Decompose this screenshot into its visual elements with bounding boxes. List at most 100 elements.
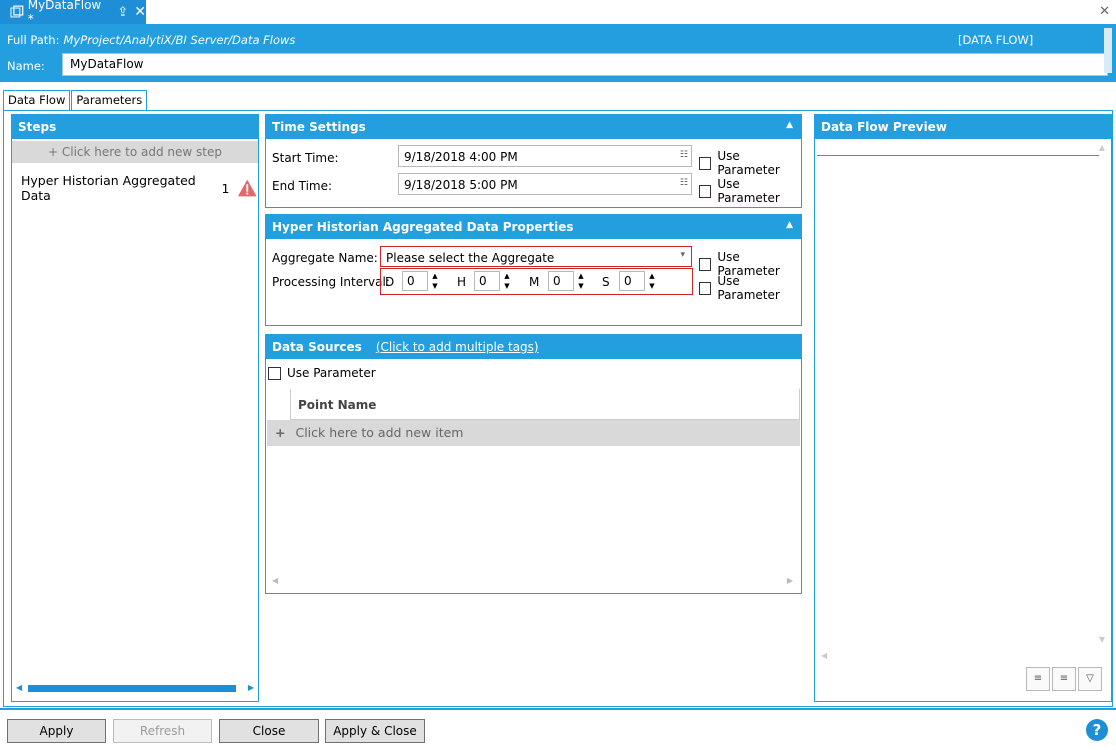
time-settings-title: Time Settings xyxy=(272,120,366,134)
step-item-label: Hyper Historian Aggregated Data xyxy=(21,173,196,203)
scroll-right-icon[interactable]: ▶ xyxy=(787,576,793,585)
name-label: Name: xyxy=(7,59,45,73)
scroll-up-icon[interactable]: ▲ xyxy=(1099,143,1105,152)
days-value[interactable]: 0 xyxy=(402,271,428,291)
header-bar: Full Path: MyProject/AnalytiX/BI Server/D… xyxy=(0,24,1116,82)
add-item-row[interactable]: + Click here to add new item xyxy=(267,420,800,446)
scroll-thumb[interactable] xyxy=(28,685,236,692)
add-item-label: Click here to add new item xyxy=(295,425,464,440)
pin-icon[interactable]: ⇪ xyxy=(117,5,128,20)
refresh-button[interactable]: Refresh xyxy=(113,719,212,743)
calendar-icon[interactable]: ☷ xyxy=(680,178,688,188)
h-label: H xyxy=(457,275,467,289)
end-time-value: 9/18/2018 5:00 PM xyxy=(404,178,518,192)
use-parameter-label: Use Parameter xyxy=(717,274,780,302)
seconds-value[interactable]: 0 xyxy=(619,271,645,291)
stepper-arrows-icon[interactable]: ▲ ▼ xyxy=(645,271,659,291)
add-step-button[interactable]: + Click here to add new step xyxy=(12,141,258,163)
start-time-input[interactable]: 9/18/2018 4:00 PM ☷ xyxy=(398,145,692,167)
end-time-label: End Time: xyxy=(272,179,333,193)
preview-panel: Data Flow Preview ▲ ▼ ◀ ≡ ≡ ▽ xyxy=(814,114,1112,702)
preview-divider xyxy=(817,155,1099,156)
filter-icon[interactable]: ▽ xyxy=(1078,667,1102,691)
main-tabs: Data Flow Parameters xyxy=(3,90,148,111)
time-settings-panel: Time Settings ▲ Start Time: 9/18/2018 4:0… xyxy=(265,114,802,208)
d-label: D xyxy=(385,275,395,289)
add-multiple-tags-link[interactable]: (Click to add multiple tags) xyxy=(376,340,539,354)
stepper-arrows-icon[interactable]: ▲ ▼ xyxy=(500,271,514,291)
aggregate-name-label: Aggregate Name: xyxy=(272,251,378,265)
tab-data-flow[interactable]: Data Flow xyxy=(3,90,71,111)
hours-stepper[interactable]: 0 ▲ ▼ xyxy=(474,270,514,292)
data-flow-editor: MyDataFlow * ⇪ ✕ ✕ Full Path: MyProject/A… xyxy=(0,0,1116,750)
start-time-label: Start Time: xyxy=(272,151,339,165)
scroll-left-icon[interactable]: ◀ xyxy=(821,651,827,660)
step-item[interactable]: Hyper Historian Aggregated Data 1 xyxy=(21,173,258,203)
scroll-right-icon[interactable]: ▶ xyxy=(248,683,254,692)
use-parameter-label: Use Parameter xyxy=(717,149,780,177)
document-tab-title: MyDataFlow * xyxy=(27,0,102,26)
processing-interval-label: Processing Interval: xyxy=(272,275,390,289)
scroll-left-icon[interactable]: ◀ xyxy=(16,683,22,692)
header-scrollbar[interactable] xyxy=(1104,28,1112,73)
start-time-value: 9/18/2018 4:00 PM xyxy=(404,150,518,164)
calendar-icon[interactable]: ☷ xyxy=(680,150,688,160)
s-label: S xyxy=(602,275,610,289)
hh-properties-header: Hyper Historian Aggregated Data Properti… xyxy=(266,215,801,239)
object-kind: [DATA FLOW] xyxy=(958,33,1034,47)
seconds-stepper[interactable]: 0 ▲ ▼ xyxy=(619,270,659,292)
collapse-icon[interactable]: ▲ xyxy=(786,120,793,130)
name-input[interactable]: MyDataFlow xyxy=(62,53,1108,76)
step-item-count: 1 xyxy=(221,180,230,196)
close-window-icon[interactable]: ✕ xyxy=(1099,4,1110,19)
scroll-down-icon[interactable]: ▼ xyxy=(1099,635,1105,644)
close-tab-icon[interactable]: ✕ xyxy=(134,4,146,20)
end-time-input[interactable]: 9/18/2018 5:00 PM ☷ xyxy=(398,173,692,195)
full-path-label: Full Path: xyxy=(7,33,60,47)
add-column-icon[interactable]: ≡ xyxy=(1026,667,1050,691)
column-header-point-name[interactable]: Point Name xyxy=(290,389,800,420)
data-sources-use-parameter[interactable]: Use Parameter xyxy=(268,366,376,380)
checkbox[interactable] xyxy=(699,281,712,295)
start-use-parameter[interactable]: Use Parameter xyxy=(699,149,801,177)
dataflow-icon xyxy=(10,5,24,18)
plus-icon: + xyxy=(275,425,286,440)
warning-icon xyxy=(238,179,258,197)
aggregate-select[interactable]: Please select the Aggregate ▾ xyxy=(380,246,692,267)
bottom-bar: Apply Refresh Close Apply & Close ? xyxy=(0,708,1116,750)
help-icon[interactable]: ? xyxy=(1086,719,1108,741)
end-use-parameter[interactable]: Use Parameter xyxy=(699,177,801,205)
interval-use-parameter[interactable]: Use Parameter xyxy=(699,274,801,302)
document-tab[interactable]: MyDataFlow * ⇪ ✕ xyxy=(0,0,146,26)
steps-panel: Steps + Click here to add new step Hyper… xyxy=(11,114,259,702)
stepper-arrows-icon[interactable]: ▲ ▼ xyxy=(574,271,588,291)
stepper-arrows-icon[interactable]: ▲ ▼ xyxy=(428,271,442,291)
data-sources-panel: Data Sources (Click to add multiple tags)… xyxy=(265,334,802,594)
scroll-left-icon[interactable]: ◀ xyxy=(272,576,278,585)
preview-header: Data Flow Preview xyxy=(815,115,1111,139)
minutes-stepper[interactable]: 0 ▲ ▼ xyxy=(548,270,588,292)
hh-properties-title: Hyper Historian Aggregated Data Properti… xyxy=(272,220,574,234)
use-parameter-label: Use Parameter xyxy=(287,366,376,380)
days-stepper[interactable]: 0 ▲ ▼ xyxy=(402,270,442,292)
hours-value[interactable]: 0 xyxy=(474,271,500,291)
aggregate-value: Please select the Aggregate xyxy=(386,251,555,265)
full-path: Full Path: MyProject/AnalytiX/BI Server/D… xyxy=(7,33,295,47)
minutes-value[interactable]: 0 xyxy=(548,271,574,291)
apply-close-button[interactable]: Apply & Close xyxy=(325,719,425,743)
checkbox[interactable] xyxy=(699,184,712,198)
m-label: M xyxy=(529,275,540,289)
dropdown-arrow-icon[interactable]: ▾ xyxy=(680,250,685,260)
tab-parameters[interactable]: Parameters xyxy=(71,90,148,110)
close-button[interactable]: Close xyxy=(219,719,319,743)
checkbox[interactable] xyxy=(699,156,712,170)
steps-hscrollbar[interactable]: ◀ ▶ xyxy=(16,683,254,693)
hh-properties-panel: Hyper Historian Aggregated Data Properti… xyxy=(265,214,802,326)
data-sources-title: Data Sources xyxy=(272,340,362,354)
remove-column-icon[interactable]: ≡ xyxy=(1052,667,1076,691)
collapse-icon[interactable]: ▲ xyxy=(786,220,793,230)
checkbox[interactable] xyxy=(699,257,712,271)
checkbox[interactable] xyxy=(268,366,281,380)
apply-button[interactable]: Apply xyxy=(7,719,106,743)
time-settings-header: Time Settings ▲ xyxy=(266,115,801,139)
